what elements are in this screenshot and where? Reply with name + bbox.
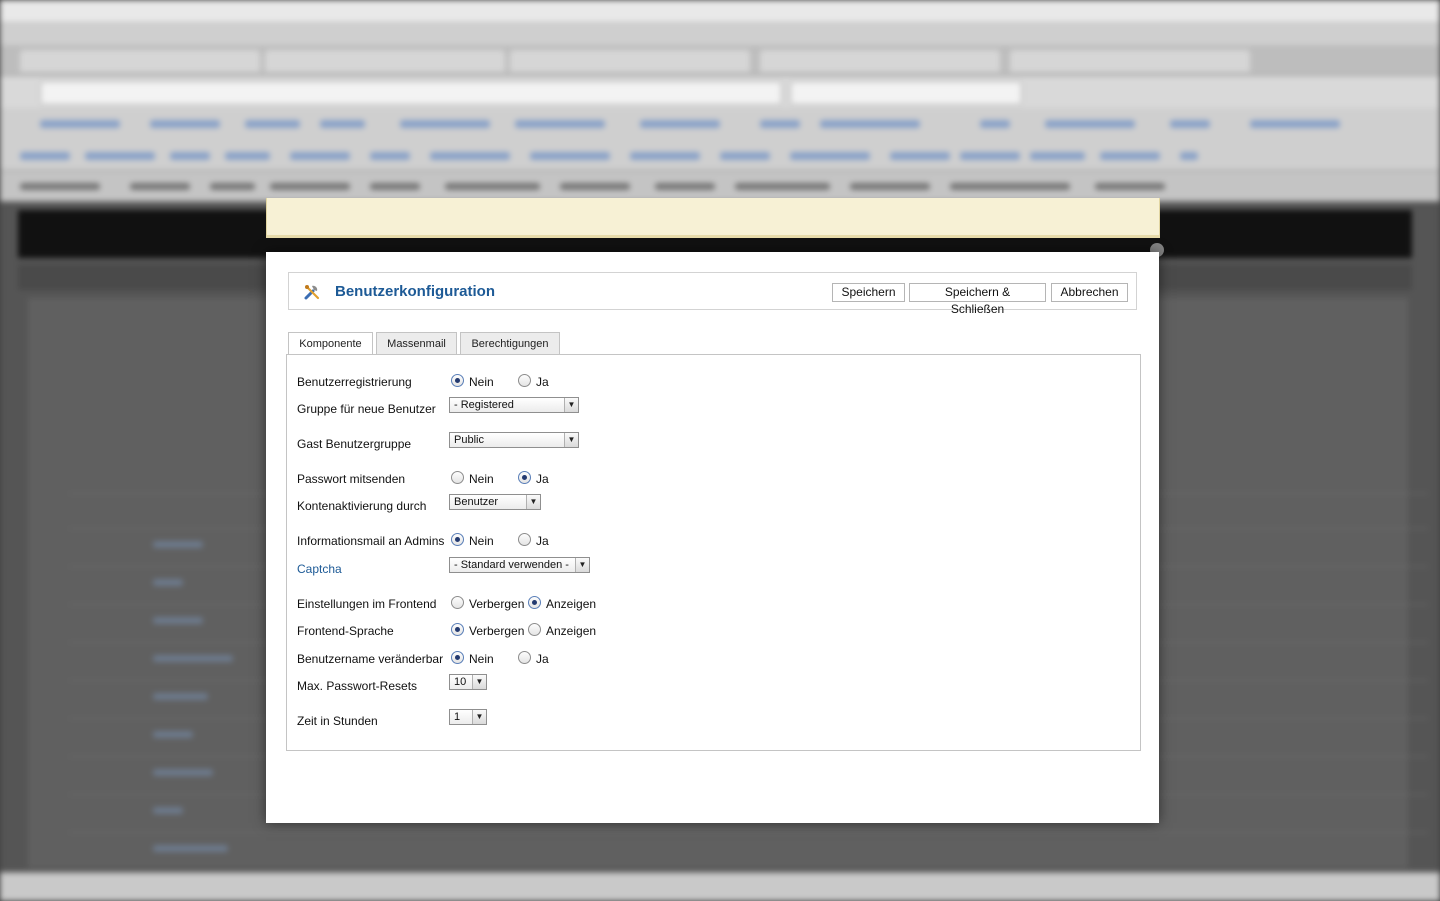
admin-mail-nein-label: Nein (469, 534, 494, 548)
frontend-language-verbergen-label: Verbergen (469, 624, 525, 638)
chevron-down-icon: ▼ (526, 495, 540, 509)
registration-label: Benutzerregistrierung (297, 375, 412, 389)
os-menubar (0, 0, 1440, 23)
dialog-toolbar: Benutzerkonfiguration Speichern Speicher… (288, 272, 1137, 316)
guest-group-select[interactable]: Public ▼ (449, 432, 579, 448)
max-resets-value: 10 (454, 676, 467, 688)
hours-select[interactable]: 1 ▼ (449, 709, 487, 725)
account-activation-label: Kontenaktivierung durch (297, 499, 427, 513)
guest-group-value: Public (454, 434, 484, 446)
save-button[interactable]: Speichern (832, 283, 905, 302)
notice-banner (266, 198, 1160, 238)
admin-mail-nein-radio[interactable] (451, 533, 464, 546)
config-dialog: Benutzerkonfiguration Speichern Speicher… (266, 252, 1159, 823)
tab-massenmail[interactable]: Massenmail (376, 332, 457, 355)
frontend-language-verbergen-radio[interactable] (451, 623, 464, 636)
username-editable-ja-radio[interactable] (518, 651, 531, 664)
frontend-settings-label: Einstellungen im Frontend (297, 597, 437, 611)
komponente-panel: Benutzerregistrierung Nein Ja Gruppe für… (286, 354, 1141, 751)
new-user-group-label: Gruppe für neue Benutzer (297, 402, 436, 416)
registration-nein-radio[interactable] (451, 374, 464, 387)
guest-group-label: Gast Benutzergruppe (297, 437, 412, 451)
send-password-nein-radio[interactable] (451, 471, 464, 484)
send-password-ja-radio[interactable] (518, 471, 531, 484)
account-activation-value: Benutzer (454, 496, 499, 508)
cancel-button[interactable]: Abbrechen (1051, 283, 1128, 302)
tab-komponente[interactable]: Komponente (288, 332, 373, 356)
frontend-language-anzeigen-radio[interactable] (528, 623, 541, 636)
frontend-settings-anzeigen-label: Anzeigen (546, 597, 597, 611)
registration-ja-label: Ja (536, 375, 549, 389)
frontend-settings-anzeigen-radio[interactable] (528, 596, 541, 609)
send-password-nein-label: Nein (469, 472, 494, 486)
chevron-down-icon: ▼ (564, 433, 578, 447)
username-editable-ja-label: Ja (536, 652, 549, 666)
tab-berechtigungen[interactable]: Berechtigungen (460, 332, 560, 355)
chevron-down-icon: ▼ (472, 675, 486, 689)
registration-nein-label: Nein (469, 375, 494, 389)
captcha-select[interactable]: - Standard verwenden - ▼ (449, 557, 590, 573)
new-user-group-select[interactable]: - Registered ▼ (449, 397, 579, 413)
chevron-down-icon: ▼ (575, 558, 589, 572)
admin-mail-ja-radio[interactable] (518, 533, 531, 546)
captcha-link[interactable]: Captcha (297, 562, 342, 576)
frontend-settings-verbergen-radio[interactable] (451, 596, 464, 609)
save-close-button[interactable]: Speichern & Schließen (909, 283, 1046, 316)
bookmarks-bar (0, 108, 1440, 171)
frontend-language-anzeigen-label: Anzeigen (546, 624, 597, 638)
hours-value: 1 (454, 711, 461, 723)
chevron-down-icon: ▼ (564, 398, 578, 412)
username-editable-label: Benutzername veränderbar (297, 652, 444, 666)
admin-mail-label: Informationsmail an Admins (297, 534, 445, 548)
send-password-ja-label: Ja (536, 472, 549, 486)
frontend-language-label: Frontend-Sprache (297, 624, 394, 638)
browser-urlbar (0, 76, 1440, 108)
account-activation-select[interactable]: Benutzer ▼ (449, 494, 541, 510)
window-titlebar (0, 23, 1440, 45)
browser-statusbar (0, 872, 1440, 901)
new-user-group-value: - Registered (454, 399, 514, 411)
browser-tabs (0, 45, 1440, 76)
username-editable-nein-radio[interactable] (451, 651, 464, 664)
max-resets-label: Max. Passwort-Resets (297, 679, 418, 693)
notice-text-line (267, 198, 1159, 215)
captcha-value: - Standard verwenden - (454, 559, 569, 571)
tools-icon (304, 285, 320, 300)
hours-label: Zeit in Stunden (297, 714, 378, 728)
frontend-settings-verbergen-label: Verbergen (469, 597, 525, 611)
chevron-down-icon: ▼ (472, 710, 486, 724)
max-resets-select[interactable]: 10 ▼ (449, 674, 487, 690)
username-editable-nein-label: Nein (469, 652, 494, 666)
registration-ja-radio[interactable] (518, 374, 531, 387)
send-password-label: Passwort mitsenden (297, 472, 406, 486)
dialog-title: Benutzerkonfiguration (335, 283, 495, 300)
admin-mail-ja-label: Ja (536, 534, 549, 548)
